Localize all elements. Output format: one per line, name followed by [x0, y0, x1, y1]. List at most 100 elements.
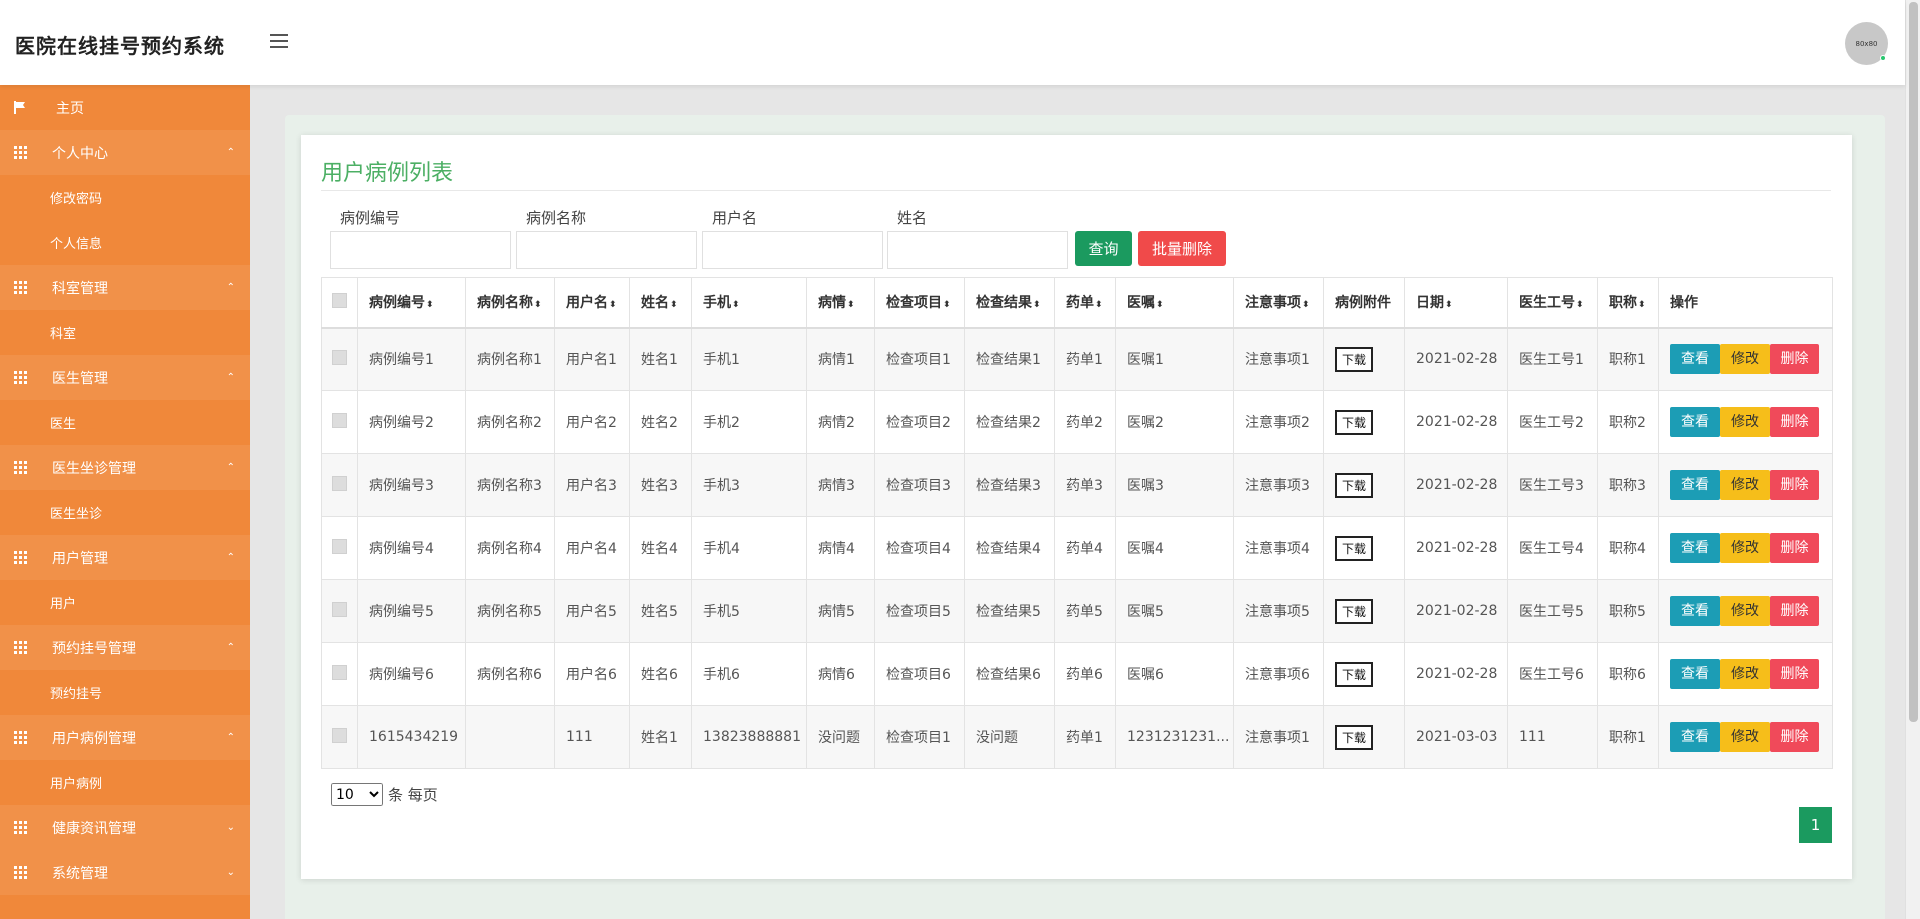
bulk-delete-button[interactable]: 批量删除 — [1138, 231, 1226, 266]
sort-icon[interactable]: ⬍ — [609, 300, 617, 310]
page-scrollbar[interactable] — [1905, 0, 1920, 919]
sidebar-item[interactable]: 用户病例 — [0, 760, 250, 805]
edit-button[interactable]: 修改 — [1720, 344, 1770, 375]
select-all-checkbox[interactable] — [332, 292, 347, 308]
view-button[interactable]: 查看 — [1670, 407, 1720, 437]
delete-button[interactable]: 删除 — [1770, 470, 1819, 500]
column-header[interactable]: 注意事项⬍ — [1233, 277, 1324, 329]
sidebar-item[interactable]: 医生坐诊 — [0, 490, 250, 535]
sidebar-item[interactable]: 用户病例管理 ⌃ — [0, 715, 250, 760]
menu-toggle-icon[interactable] — [270, 34, 288, 48]
column-header[interactable]: 检查项目⬍ — [874, 277, 965, 329]
sidebar-item[interactable]: 个人中心 ⌃ — [0, 130, 250, 175]
row-checkbox[interactable] — [332, 475, 347, 491]
case-number-input[interactable] — [330, 231, 511, 269]
column-header[interactable]: 日期⬍ — [1404, 277, 1508, 329]
sort-icon[interactable]: ⬍ — [426, 300, 434, 310]
sidebar-item[interactable]: 健康资讯管理 ⌄ — [0, 805, 250, 850]
download-button[interactable]: 下载 — [1335, 472, 1374, 498]
column-header: 病例附件 — [1323, 277, 1405, 329]
delete-button[interactable]: 删除 — [1770, 596, 1819, 626]
query-button[interactable]: 查询 — [1075, 231, 1132, 266]
edit-button[interactable]: 修改 — [1720, 596, 1770, 626]
download-button[interactable]: 下载 — [1335, 598, 1374, 624]
sidebar-item[interactable]: 医生坐诊管理 ⌃ — [0, 445, 250, 490]
sort-icon[interactable]: ⬍ — [534, 300, 542, 310]
sort-icon[interactable]: ⬍ — [1638, 300, 1646, 310]
download-button[interactable]: 下载 — [1335, 409, 1374, 435]
edit-button[interactable]: 修改 — [1720, 722, 1770, 752]
row-checkbox[interactable] — [332, 601, 347, 617]
delete-button[interactable]: 删除 — [1770, 533, 1819, 563]
sort-icon[interactable]: ⬍ — [1576, 300, 1584, 310]
view-button[interactable]: 查看 — [1670, 596, 1720, 626]
delete-button[interactable]: 删除 — [1770, 407, 1819, 437]
sort-icon[interactable]: ⬍ — [670, 300, 678, 310]
view-button[interactable]: 查看 — [1670, 722, 1720, 752]
sidebar-item[interactable]: 医生 — [0, 400, 250, 445]
column-header[interactable]: 药单⬍ — [1054, 277, 1116, 329]
edit-button[interactable]: 修改 — [1720, 470, 1770, 500]
name-input[interactable] — [887, 231, 1068, 269]
column-header[interactable]: 姓名⬍ — [629, 277, 692, 329]
row-checkbox[interactable] — [332, 664, 347, 680]
table-cell: 姓名1 — [629, 327, 692, 391]
case-name-input[interactable] — [516, 231, 697, 269]
download-button[interactable]: 下载 — [1335, 724, 1374, 750]
view-button[interactable]: 查看 — [1670, 344, 1720, 375]
column-header[interactable]: 病例名称⬍ — [465, 277, 555, 329]
username-input[interactable] — [702, 231, 883, 269]
row-checkbox[interactable] — [332, 412, 347, 428]
edit-button[interactable]: 修改 — [1720, 659, 1770, 689]
sidebar-item[interactable]: 预约挂号管理 ⌃ — [0, 625, 250, 670]
column-header[interactable]: 用户名⬍ — [554, 277, 630, 329]
sort-icon[interactable]: ⬍ — [1445, 300, 1453, 310]
view-button[interactable]: 查看 — [1670, 659, 1720, 689]
edit-button[interactable]: 修改 — [1720, 533, 1770, 563]
sort-icon[interactable]: ⬍ — [847, 300, 855, 310]
sidebar-item[interactable]: 用户 — [0, 580, 250, 625]
column-header[interactable]: 医嘱⬍ — [1115, 277, 1234, 329]
sort-icon[interactable]: ⬍ — [732, 300, 740, 310]
page-size-select[interactable]: 102050100 — [331, 783, 383, 806]
edit-button[interactable]: 修改 — [1720, 407, 1770, 437]
sidebar-item[interactable]: 科室 — [0, 310, 250, 355]
table-cell: 注意事项1 — [1233, 705, 1324, 769]
sidebar-item[interactable]: 预约挂号 — [0, 670, 250, 715]
column-header[interactable]: 病例编号⬍ — [357, 277, 466, 329]
column-header[interactable]: 病情⬍ — [806, 277, 875, 329]
sort-icon[interactable]: ⬍ — [1033, 300, 1041, 310]
column-header-label: 病例附件 — [1335, 295, 1391, 312]
sidebar-item[interactable]: 医生管理 ⌃ — [0, 355, 250, 400]
scrollbar-thumb[interactable] — [1909, 2, 1918, 722]
download-button[interactable]: 下载 — [1335, 535, 1374, 561]
row-checkbox[interactable] — [332, 727, 347, 743]
sort-icon[interactable]: ⬍ — [1302, 300, 1310, 310]
sort-icon[interactable]: ⬍ — [943, 300, 951, 310]
sidebar-item[interactable]: 主页 — [0, 85, 250, 130]
column-header-label: 病例编号 — [369, 295, 425, 312]
page-number-button[interactable]: 1 — [1799, 807, 1832, 843]
view-button[interactable]: 查看 — [1670, 533, 1720, 563]
row-checkbox[interactable] — [332, 538, 347, 554]
sidebar-item[interactable]: 个人信息 — [0, 220, 250, 265]
sidebar-item[interactable]: 修改密码 — [0, 175, 250, 220]
sort-icon[interactable]: ⬍ — [1095, 300, 1103, 310]
sidebar-item[interactable]: 系统管理 ⌄ — [0, 850, 250, 895]
sidebar-item[interactable]: 科室管理 ⌃ — [0, 265, 250, 310]
delete-button[interactable]: 删除 — [1770, 659, 1819, 689]
table-cell — [465, 705, 555, 769]
column-header[interactable]: 医生工号⬍ — [1507, 277, 1598, 329]
column-header[interactable]: 职称⬍ — [1597, 277, 1659, 329]
download-button[interactable]: 下载 — [1335, 346, 1374, 372]
avatar[interactable]: 80x80 — [1845, 22, 1888, 65]
download-button[interactable]: 下载 — [1335, 661, 1374, 687]
column-header[interactable]: 手机⬍ — [691, 277, 807, 329]
view-button[interactable]: 查看 — [1670, 470, 1720, 500]
delete-button[interactable]: 删除 — [1770, 722, 1819, 752]
sort-icon[interactable]: ⬍ — [1156, 300, 1164, 310]
column-header[interactable]: 检查结果⬍ — [964, 277, 1055, 329]
row-checkbox[interactable] — [332, 349, 347, 365]
delete-button[interactable]: 删除 — [1770, 344, 1819, 375]
sidebar-item[interactable]: 用户管理 ⌃ — [0, 535, 250, 580]
